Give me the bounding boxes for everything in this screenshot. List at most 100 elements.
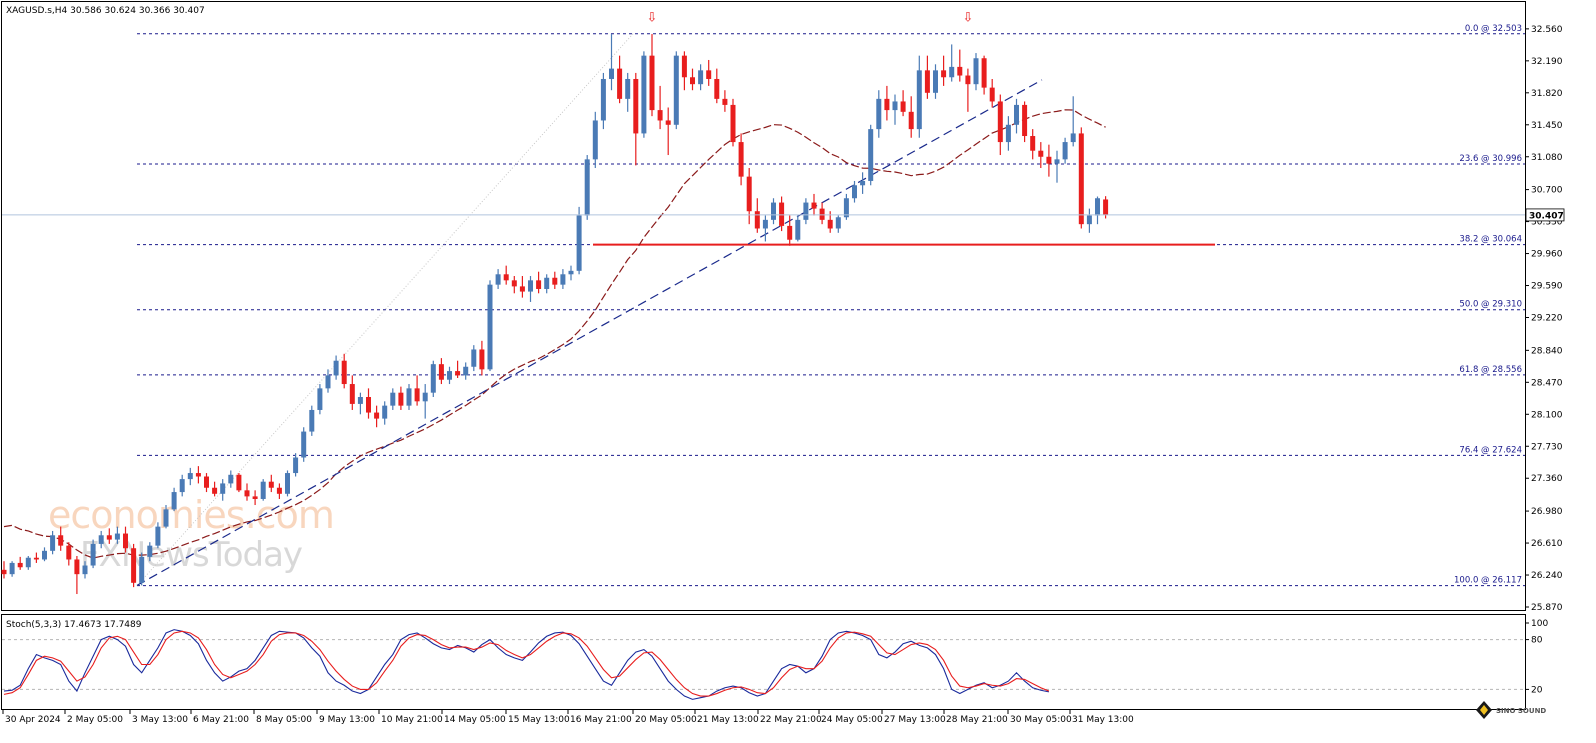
candle-body	[730, 104, 736, 143]
candle-body	[584, 159, 590, 216]
candle-body	[738, 142, 744, 177]
candle-body	[293, 457, 299, 474]
candle-body	[641, 55, 647, 134]
candle-body	[398, 392, 404, 406]
candle-body	[171, 492, 177, 510]
candle-body	[155, 526, 161, 546]
time-tick-label: 14 May 05:00	[444, 715, 506, 725]
candle-body	[560, 274, 566, 285]
time-tick-label: 21 May 13:00	[697, 715, 759, 725]
candle-body	[649, 55, 655, 111]
candle-body	[244, 490, 250, 497]
candle-body	[989, 87, 995, 102]
candle-body	[325, 375, 331, 389]
time-tick-label: 31 May 13:00	[1072, 715, 1134, 725]
price-tick-label: 26.240	[1531, 571, 1563, 581]
candle-body	[82, 565, 88, 575]
candle-body	[625, 78, 631, 99]
candle-body	[852, 185, 857, 199]
candle-body	[592, 120, 598, 160]
candle-body	[187, 473, 193, 480]
candle-body	[1070, 133, 1076, 143]
candle-body	[179, 479, 185, 493]
candle-body	[933, 70, 938, 93]
candle-body	[754, 211, 760, 229]
candle-body	[698, 70, 704, 85]
candle-body	[471, 349, 477, 367]
price-tick-label: 30.700	[1531, 186, 1563, 196]
candle-body	[430, 364, 436, 393]
candle-body	[876, 98, 882, 130]
candle-body	[981, 58, 987, 88]
candle-body	[1030, 136, 1036, 151]
candle-body	[1005, 124, 1011, 143]
candle-body	[42, 550, 47, 560]
candle-body	[706, 70, 712, 79]
time-tick-label: 30 May 05:00	[1010, 715, 1072, 725]
candle-body	[868, 129, 874, 181]
price-tick-label: 27.360	[1531, 474, 1563, 484]
candle-body	[447, 371, 452, 380]
candle-body	[309, 409, 315, 432]
price-tick-label: 28.100	[1531, 410, 1563, 420]
price-tick-label: 26.610	[1531, 539, 1563, 549]
candle-body	[139, 556, 145, 583]
fib-level-label: 61.8 @ 28.556	[1459, 365, 1522, 375]
price-tick-label: 29.960	[1531, 250, 1563, 260]
candle-body	[131, 548, 137, 583]
candle-body	[236, 474, 242, 491]
candle-body	[746, 176, 752, 212]
fib-level-label: 23.6 @ 30.996	[1459, 154, 1522, 164]
candle-body	[123, 533, 128, 549]
candle-body	[949, 66, 955, 78]
candle-body	[220, 483, 226, 494]
price-tick-label: 29.220	[1531, 314, 1563, 324]
candle-body	[552, 277, 558, 285]
candle-body	[333, 360, 339, 376]
time-tick-label: 24 May 05:00	[821, 715, 883, 725]
candle-body	[544, 277, 550, 289]
candle-body	[1014, 104, 1019, 125]
candle-body	[33, 557, 39, 560]
candle-body	[301, 431, 307, 458]
candle-body	[811, 202, 817, 209]
candle-body	[455, 371, 461, 376]
candle-body	[973, 58, 979, 85]
candle-body	[204, 476, 209, 488]
time-tick-label: 2 May 05:00	[67, 715, 123, 725]
candle-body	[779, 202, 785, 226]
candle-body	[1022, 104, 1028, 137]
candle-body	[317, 388, 323, 410]
candle-body	[714, 78, 720, 99]
candle-body	[495, 274, 501, 285]
candle-body	[406, 388, 412, 406]
candle-body	[1103, 199, 1109, 215]
price-tick-label: 26.980	[1531, 507, 1563, 517]
candle-body	[528, 280, 533, 292]
fib-level-label: 38.2 @ 30.064	[1459, 235, 1522, 245]
candle-body	[827, 219, 833, 229]
candle-body	[997, 101, 1003, 143]
candle-body	[17, 562, 23, 568]
candle-body	[1062, 142, 1068, 160]
candle-body	[382, 405, 388, 419]
current-price-label: 30.407	[1529, 211, 1564, 221]
candle-body	[9, 562, 15, 575]
candle-body	[957, 66, 963, 76]
candle-body	[463, 366, 469, 376]
time-tick-label: 3 May 13:00	[132, 715, 188, 725]
candle-body	[681, 55, 687, 78]
time-tick-label: 8 May 05:00	[256, 715, 312, 725]
candle-body	[1078, 133, 1084, 225]
candle-body	[511, 280, 517, 287]
candle-body	[114, 533, 120, 540]
candle-body	[212, 487, 218, 494]
time-axis: 30 Apr 2024 2 May 05:00 3 May 13:00 6 May 2…	[2, 710, 1134, 725]
candle-body	[349, 384, 355, 404]
candle-body	[835, 217, 841, 229]
candle-body	[673, 55, 679, 125]
fib-level-label: 0.0 @ 32.503	[1465, 24, 1522, 34]
candle-body	[941, 70, 947, 78]
price-tick-label: 32.560	[1531, 25, 1563, 35]
time-tick-label: 27 May 13:00	[884, 715, 946, 725]
